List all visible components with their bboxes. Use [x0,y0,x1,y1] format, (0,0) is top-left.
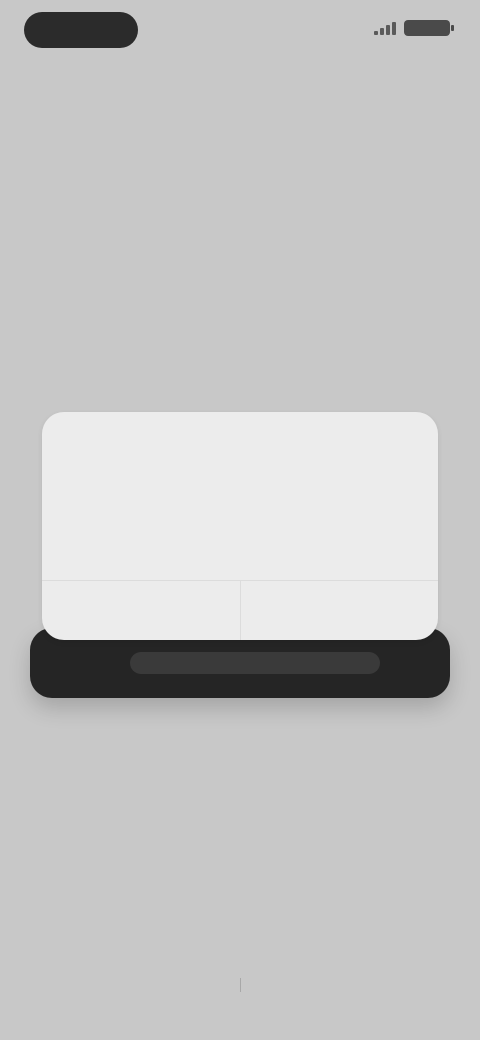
primary-action-label [130,652,380,674]
footer-separator [239,978,241,992]
app-screen [0,0,480,1040]
status-bar [0,0,480,64]
card-action-left-button[interactable] [42,580,240,640]
card-actions [42,580,438,640]
battery-icon [404,20,454,36]
logo [24,12,138,48]
dialog-card [42,412,438,640]
card-action-right-button[interactable] [241,580,439,640]
status-icons [374,20,454,36]
footer-links [0,978,480,992]
signal-icon [374,21,396,35]
